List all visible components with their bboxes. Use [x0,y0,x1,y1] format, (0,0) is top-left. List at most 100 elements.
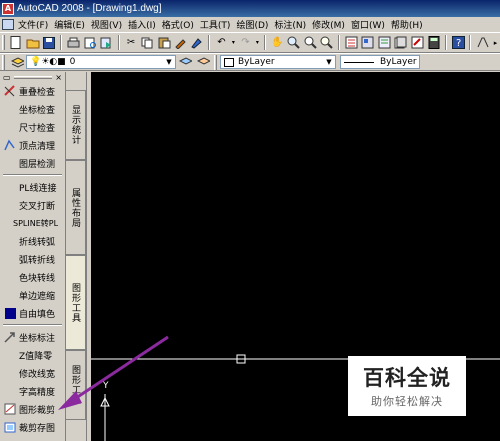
undo-dropdown-icon[interactable]: ▾ [231,35,236,51]
quickcalc-icon[interactable] [426,35,440,51]
panel-separator [3,324,62,326]
tool-palettes-icon[interactable] [377,35,391,51]
undo-icon[interactable]: ↶ [214,35,228,51]
tool-spline-to-pl[interactable]: SPLINE转PL [0,214,65,232]
sheet-set-manager-icon[interactable] [393,35,407,51]
tool-arc-to-polyline[interactable]: 弧转折线 [0,250,65,268]
tool-label: 交叉打断 [19,201,56,212]
tool-layer-detect[interactable]: 图层检测 [0,154,65,172]
cut-icon[interactable]: ✂ [124,35,138,51]
title-bar: A AutoCAD 2008 - [Drawing1.dwg] [0,0,500,17]
paste-icon[interactable] [157,35,171,51]
copy-icon[interactable] [140,35,154,51]
tool-label: 尺寸检查 [19,123,56,134]
tool-free-fill[interactable]: 自由填色 [0,304,65,322]
tool-z-to-zero[interactable]: Z值降零 [0,346,65,364]
make-object-layer-current-icon[interactable] [177,54,193,70]
tab-display-stats[interactable]: 显示统计 [66,90,86,160]
menu-format[interactable]: 格式(O) [162,18,200,31]
color-control-dropdown[interactable]: ByLayer ▼ [220,55,336,69]
tool-label: 图层检测 [19,159,56,170]
toolbar-grip[interactable] [2,54,5,70]
zoom-previous-icon[interactable] [320,35,334,51]
linetype-control-value: ByLayer [380,57,417,67]
tool-modify-lineweight[interactable]: 修改线宽 [0,364,65,382]
open-file-icon[interactable] [25,35,40,51]
autocad-app-icon[interactable]: A [2,2,14,15]
layer-previous-icon[interactable] [195,54,211,70]
tool-label: Z值降零 [19,351,53,362]
toolbar-grip[interactable] [2,35,5,50]
toolbar-separator [117,35,120,50]
linetype-control-dropdown[interactable]: ByLayer [340,55,420,69]
tab-graphic-tools-2[interactable]: 图形工具 [66,350,86,420]
panel-header: ▭ × [0,72,65,82]
design-center-icon[interactable] [361,35,375,51]
menu-insert[interactable]: 插入(I) [128,18,162,31]
menu-tools[interactable]: 工具(T) [200,18,237,31]
tool-vertex-cleanup[interactable]: 顶点清理 [0,136,65,154]
svg-text:?: ? [456,38,461,49]
save-icon[interactable] [42,35,56,51]
layer-properties-icon[interactable] [9,54,25,70]
styles-toolbar-icon[interactable] [475,35,489,51]
tool-graphic-clip[interactable]: 图形裁剪 [0,400,65,418]
toolbar-separator [264,35,267,50]
tool-text-height-precision[interactable]: 字高精度 [0,382,65,400]
menu-modify[interactable]: 修改(M) [312,18,351,31]
linetype-sample [344,61,374,63]
tool-label: 裁剪存图 [19,423,56,434]
panel-menu-icon[interactable]: ▭ [3,73,11,82]
layer-dropdown[interactable]: 💡☀◐■ 0 ▼ [26,55,176,69]
redo-dropdown-icon[interactable]: ▾ [255,35,260,51]
tool-label: 坐标检查 [19,105,56,116]
document-system-icon[interactable] [2,19,14,30]
tool-clip-save[interactable]: 裁剪存图 [0,418,65,436]
layers-toolbar: 💡☀◐■ 0 ▼ ByLayer ▼ ByLayer [0,53,500,71]
panel-close-icon[interactable]: × [55,73,62,82]
ucs-y-label: Y [102,381,109,391]
tab-label: 显示统计 [70,105,80,145]
print-preview-icon[interactable] [83,35,97,51]
tab-label: 属性布局 [70,187,80,228]
menu-window[interactable]: 窗口(W) [351,18,391,31]
block-editor-icon[interactable] [190,35,204,51]
menu-draw[interactable]: 绘图(D) [236,18,274,31]
toolbar-separator [444,35,447,50]
tool-coordinate-dimension[interactable]: 坐标标注 [0,328,65,346]
toolbar-grip[interactable] [214,54,217,70]
tool-pl-join[interactable]: PL线连接 [0,178,65,196]
tab-property-layout[interactable]: 属性布局 [66,160,86,255]
match-properties-icon[interactable] [173,35,187,51]
panel-grip[interactable] [13,75,53,79]
tab-graphic-tools[interactable]: 图形工具 [66,255,86,350]
color-swatch [224,57,234,67]
new-file-icon[interactable] [9,35,23,51]
menu-help[interactable]: 帮助(H) [391,18,429,31]
tool-polyline-to-arc[interactable]: 折线转弧 [0,232,65,250]
redo-icon[interactable]: ↷ [238,35,252,51]
pan-icon[interactable]: ✋ [270,35,284,51]
tool-label: 字高精度 [19,387,56,398]
help-icon[interactable]: ? [451,35,465,51]
properties-icon[interactable] [344,35,358,51]
tool-edge-shrink[interactable]: 单边遮缩 [0,286,65,304]
markup-set-manager-icon[interactable] [410,35,424,51]
tool-overlap-check[interactable]: 重叠检查 [0,82,65,100]
vertex-cleanup-icon [3,138,17,152]
zoom-window-icon[interactable] [303,35,317,51]
print-icon[interactable] [66,35,80,51]
publish-icon[interactable] [99,35,113,51]
toolbar-separator [60,35,63,50]
tool-coordinate-check[interactable]: 坐标检查 [0,100,65,118]
menu-file[interactable]: 文件(F) [18,18,54,31]
tool-block-to-line[interactable]: 色块转线 [0,268,65,286]
zoom-realtime-icon[interactable] [287,35,301,51]
menu-dimension[interactable]: 标注(N) [274,18,312,31]
tool-cross-break[interactable]: 交叉打断 [0,196,65,214]
toolbar-overflow-icon[interactable]: ▸ [492,35,499,51]
graphic-clip-icon [3,402,17,416]
menu-view[interactable]: 视图(V) [91,18,128,31]
tool-dimension-check[interactable]: 尺寸检查 [0,118,65,136]
menu-edit[interactable]: 编辑(E) [54,18,91,31]
